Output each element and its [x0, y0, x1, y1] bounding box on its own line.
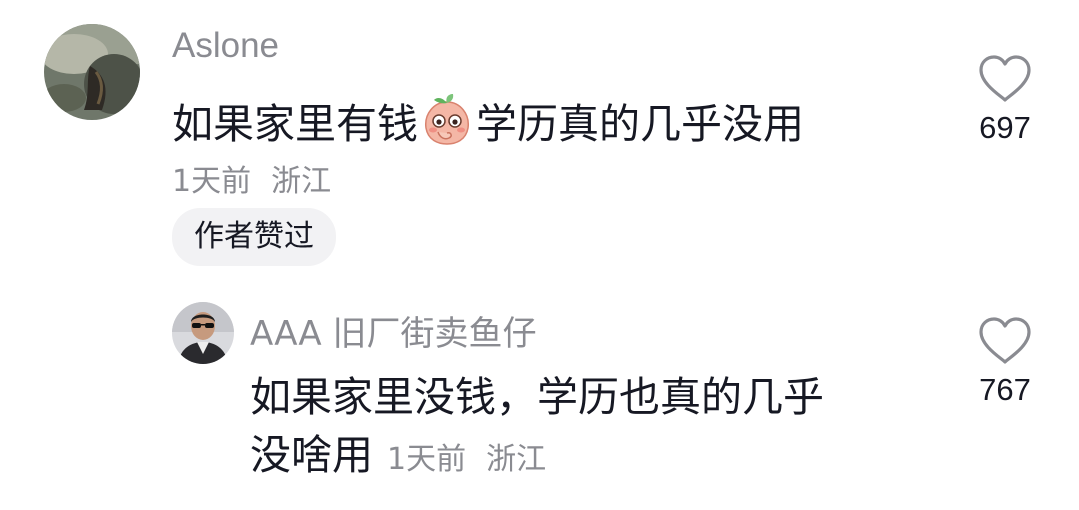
reply-text-line1: 如果家里没钱，学历也真的几乎 — [250, 373, 824, 421]
avatar-image — [44, 24, 140, 120]
reply-text-line2-row: 没啥用 1天前 浙江 — [250, 426, 824, 489]
comment-location: 浙江 — [271, 164, 332, 199]
reply-time: 1天前 — [387, 442, 467, 477]
reply-avatar-image — [172, 302, 234, 364]
avatar[interactable] — [44, 24, 140, 120]
shy-peach-emoji-icon — [420, 92, 474, 160]
author-liked-badge: 作者赞过 — [172, 208, 336, 266]
comment-text: 如果家里有钱 学历真的几乎没用 — [172, 92, 804, 160]
comment-text-part2: 学历真的几乎没用 — [476, 100, 804, 148]
reply-like-button[interactable]: 767 — [969, 316, 1041, 408]
reply-username[interactable]: AAA 旧厂街卖鱼仔 — [250, 306, 536, 355]
reply-text-line2: 没啥用 — [250, 431, 373, 479]
reply-meta: 1天前 浙江 — [387, 442, 546, 477]
reply-text: 如果家里没钱，学历也真的几乎 没啥用 1天前 浙江 — [250, 368, 824, 489]
reply-location: 浙江 — [486, 442, 547, 477]
like-count: 697 — [979, 110, 1031, 145]
comment-meta: 1天前 浙江 — [172, 156, 331, 200]
comment-text-part1: 如果家里有钱 — [172, 100, 418, 148]
heart-icon[interactable] — [977, 316, 1033, 366]
heart-icon[interactable] — [977, 54, 1033, 104]
comment-username[interactable]: Aslone — [172, 26, 279, 66]
reply-like-count: 767 — [979, 372, 1031, 407]
reply-avatar[interactable] — [172, 302, 234, 364]
comment-time: 1天前 — [172, 164, 252, 199]
like-button[interactable]: 697 — [969, 54, 1041, 146]
